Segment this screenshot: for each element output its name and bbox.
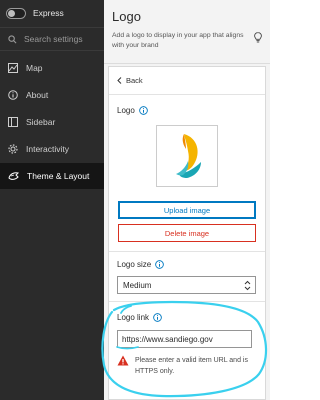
lightbulb-icon[interactable] [254,32,262,44]
sidebar-item-theme-layout[interactable]: Theme & Layout [0,163,104,189]
info-icon [8,90,18,100]
warning-icon [117,355,129,366]
back-label: Back [126,76,143,85]
gear-icon [8,144,18,154]
sidebar-item-sidebar[interactable]: Sidebar [0,109,104,135]
chevron-updown-icon [244,280,251,291]
logo-preview-image [156,125,218,187]
sidebar-item-label: Interactivity [26,144,69,154]
logo-size-field-label: Logo size [117,260,165,269]
search-icon [8,34,17,43]
logo-size-value: Medium [123,280,152,290]
sidebar-item-map[interactable]: Map [0,55,104,81]
search-placeholder: Search settings [24,34,83,44]
upload-image-button[interactable]: Upload image [118,201,256,219]
sidebar-item-label: Theme & Layout [27,171,90,181]
logo-size-select[interactable]: Medium [117,276,256,294]
error-message: Please enter a valid item URL and is HTT… [135,357,248,375]
palette-icon [8,172,19,180]
settings-panel: Logo Add a logo to display in your app t… [104,0,270,400]
map-icon [8,63,18,73]
express-label: Express [33,8,64,18]
divider [109,301,265,302]
logo-label: Logo [117,106,135,115]
search-settings[interactable]: Search settings [0,27,104,51]
logo-link-value: https://www.sandiego.gov [122,334,213,344]
express-toggle[interactable] [6,7,26,19]
panel-description: Add a logo to display in your app that a… [112,32,244,49]
back-link[interactable]: Back [117,76,143,85]
divider [104,63,270,64]
divider [109,251,265,252]
panel-title: Logo [112,9,141,24]
logo-settings-card: Back Logo Upload image Delete image Logo… [108,66,266,400]
sidebar-icon [8,117,18,127]
sidebar: Express Search settings Map About Sideba… [0,0,104,400]
info-icon[interactable] [153,313,162,322]
chevron-left-icon [117,77,122,84]
sidebar-item-label: Sidebar [26,117,56,127]
logo-field-label: Logo [117,106,148,115]
logo-link-label: Logo link [117,313,150,322]
logo-size-label: Logo size [117,260,152,269]
validation-error: Please enter a valid item URL and is HTT… [117,355,257,377]
logo-link-input[interactable]: https://www.sandiego.gov [117,330,252,348]
info-icon[interactable] [155,260,165,269]
logo-link-field-label: Logo link [117,313,162,322]
sidebar-item-about[interactable]: About [0,82,104,108]
sidebar-item-label: Map [26,63,43,73]
sidebar-item-interactivity[interactable]: Interactivity [0,136,104,162]
sidebar-item-label: About [26,90,49,100]
express-toggle-row[interactable]: Express [6,6,64,20]
info-icon[interactable] [138,106,148,115]
divider [109,94,265,95]
brand-logo-image [176,134,201,178]
delete-image-button[interactable]: Delete image [118,224,256,242]
